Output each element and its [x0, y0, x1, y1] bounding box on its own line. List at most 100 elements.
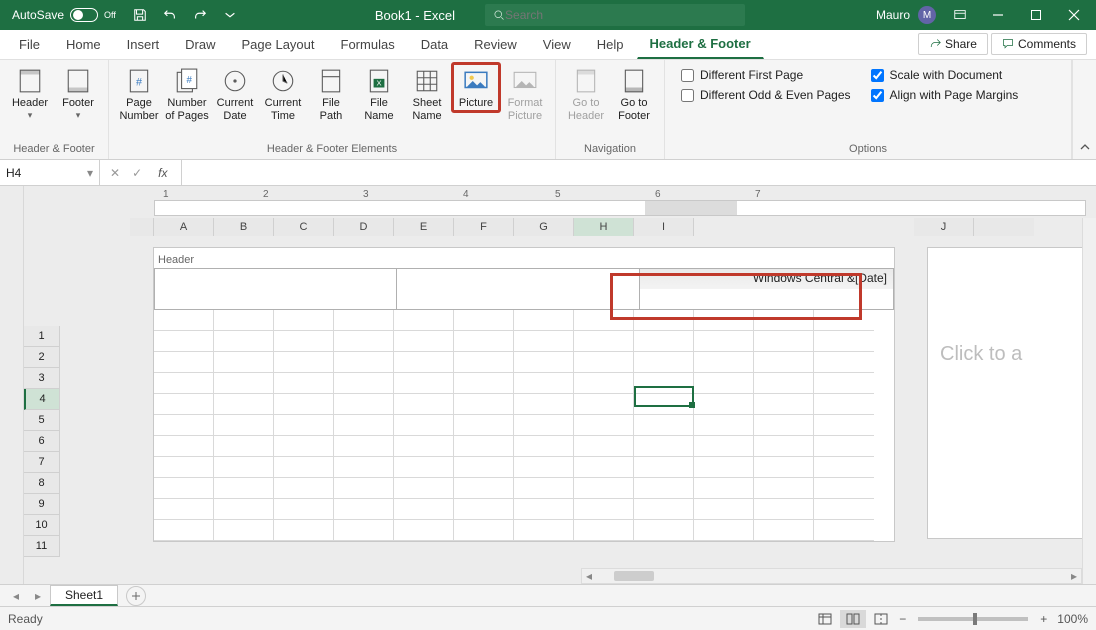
- cell[interactable]: [574, 310, 634, 331]
- cell[interactable]: [394, 478, 454, 499]
- qat-more-button[interactable]: [216, 0, 244, 30]
- row-header[interactable]: 8: [24, 473, 60, 494]
- cell[interactable]: [214, 373, 274, 394]
- grid-row[interactable]: [154, 373, 894, 394]
- cell[interactable]: [274, 352, 334, 373]
- normal-view-button[interactable]: [812, 610, 838, 628]
- cell[interactable]: [754, 457, 814, 478]
- cell[interactable]: [154, 352, 214, 373]
- cell[interactable]: [514, 352, 574, 373]
- cell[interactable]: [514, 331, 574, 352]
- grid-row[interactable]: [154, 457, 894, 478]
- cell[interactable]: [754, 352, 814, 373]
- cell[interactable]: [214, 310, 274, 331]
- cell[interactable]: [334, 520, 394, 541]
- autosave-toggle[interactable]: AutoSave Off: [4, 8, 124, 22]
- col-header[interactable]: H: [574, 218, 634, 236]
- number-of-pages-button[interactable]: # Number of Pages: [163, 62, 211, 123]
- cell[interactable]: [214, 436, 274, 457]
- sheet-nav-prev[interactable]: ◂: [6, 589, 26, 603]
- row-header[interactable]: 9: [24, 494, 60, 515]
- cell[interactable]: [214, 457, 274, 478]
- cell[interactable]: [154, 394, 214, 415]
- cell[interactable]: [754, 310, 814, 331]
- cell[interactable]: [454, 457, 514, 478]
- footer-button[interactable]: Footer ▾: [54, 62, 102, 121]
- cell[interactable]: [814, 499, 874, 520]
- cell[interactable]: [574, 436, 634, 457]
- cells-grid[interactable]: [154, 310, 894, 541]
- cell[interactable]: [574, 478, 634, 499]
- cell[interactable]: [694, 436, 754, 457]
- cell[interactable]: [634, 478, 694, 499]
- cell[interactable]: [214, 520, 274, 541]
- page-layout-view-button[interactable]: [840, 610, 866, 628]
- cell[interactable]: [634, 373, 694, 394]
- row-header[interactable]: 10: [24, 515, 60, 536]
- cell[interactable]: [514, 394, 574, 415]
- cell[interactable]: [274, 331, 334, 352]
- grid-row[interactable]: [154, 436, 894, 457]
- cell[interactable]: [274, 436, 334, 457]
- current-date-button[interactable]: Current Date: [211, 62, 259, 123]
- tab-data[interactable]: Data: [408, 30, 461, 59]
- cell[interactable]: [754, 373, 814, 394]
- cell[interactable]: [454, 436, 514, 457]
- cell[interactable]: [394, 520, 454, 541]
- scroll-right-icon[interactable]: ▸: [1067, 569, 1081, 583]
- cell[interactable]: [814, 478, 874, 499]
- undo-button[interactable]: [156, 0, 184, 30]
- cell[interactable]: [334, 436, 394, 457]
- cell[interactable]: [154, 478, 214, 499]
- cell[interactable]: [634, 499, 694, 520]
- col-header[interactable]: D: [334, 218, 394, 236]
- cell[interactable]: [394, 415, 454, 436]
- align-with-margins-checkbox[interactable]: Align with Page Margins: [871, 88, 1019, 102]
- cell[interactable]: [394, 352, 454, 373]
- grid-row[interactable]: [154, 352, 894, 373]
- cell[interactable]: [394, 457, 454, 478]
- cell[interactable]: [274, 310, 334, 331]
- cell[interactable]: [394, 436, 454, 457]
- cell[interactable]: [574, 415, 634, 436]
- cell[interactable]: [454, 394, 514, 415]
- different-odd-even-checkbox[interactable]: Different Odd & Even Pages: [681, 88, 851, 102]
- cell[interactable]: [574, 499, 634, 520]
- header-left-cell[interactable]: [155, 269, 397, 309]
- cell[interactable]: [814, 457, 874, 478]
- page-break-view-button[interactable]: [868, 610, 894, 628]
- row-header[interactable]: 4: [24, 389, 60, 410]
- sheet-name-button[interactable]: Sheet Name: [403, 62, 451, 123]
- minimize-button[interactable]: [980, 0, 1016, 30]
- cell[interactable]: [154, 499, 214, 520]
- cell[interactable]: [514, 415, 574, 436]
- cell[interactable]: [754, 394, 814, 415]
- scale-with-document-checkbox[interactable]: Scale with Document: [871, 68, 1019, 82]
- add-sheet-button[interactable]: [126, 586, 146, 606]
- cell[interactable]: [814, 394, 874, 415]
- cell[interactable]: [514, 373, 574, 394]
- cell[interactable]: [454, 415, 514, 436]
- avatar[interactable]: M: [918, 6, 936, 24]
- col-header[interactable]: G: [514, 218, 574, 236]
- cell[interactable]: [574, 394, 634, 415]
- cell[interactable]: [214, 478, 274, 499]
- cell[interactable]: [214, 415, 274, 436]
- row-header[interactable]: 2: [24, 347, 60, 368]
- cell[interactable]: [514, 310, 574, 331]
- maximize-button[interactable]: [1018, 0, 1054, 30]
- header-right-cell[interactable]: Windows Central &[Date]: [640, 269, 893, 309]
- column-headers[interactable]: A B C D E F G H I J: [154, 218, 1034, 236]
- cell[interactable]: [814, 310, 874, 331]
- col-header[interactable]: F: [454, 218, 514, 236]
- go-to-footer-button[interactable]: Go to Footer: [610, 62, 658, 123]
- enter-formula-button[interactable]: ✓: [132, 166, 142, 180]
- cell[interactable]: [574, 457, 634, 478]
- side-preview-panel[interactable]: Click to a: [928, 248, 1096, 538]
- cell[interactable]: [814, 436, 874, 457]
- cell[interactable]: [394, 499, 454, 520]
- col-header[interactable]: C: [274, 218, 334, 236]
- cell[interactable]: [274, 457, 334, 478]
- cell[interactable]: [454, 499, 514, 520]
- cell[interactable]: [334, 499, 394, 520]
